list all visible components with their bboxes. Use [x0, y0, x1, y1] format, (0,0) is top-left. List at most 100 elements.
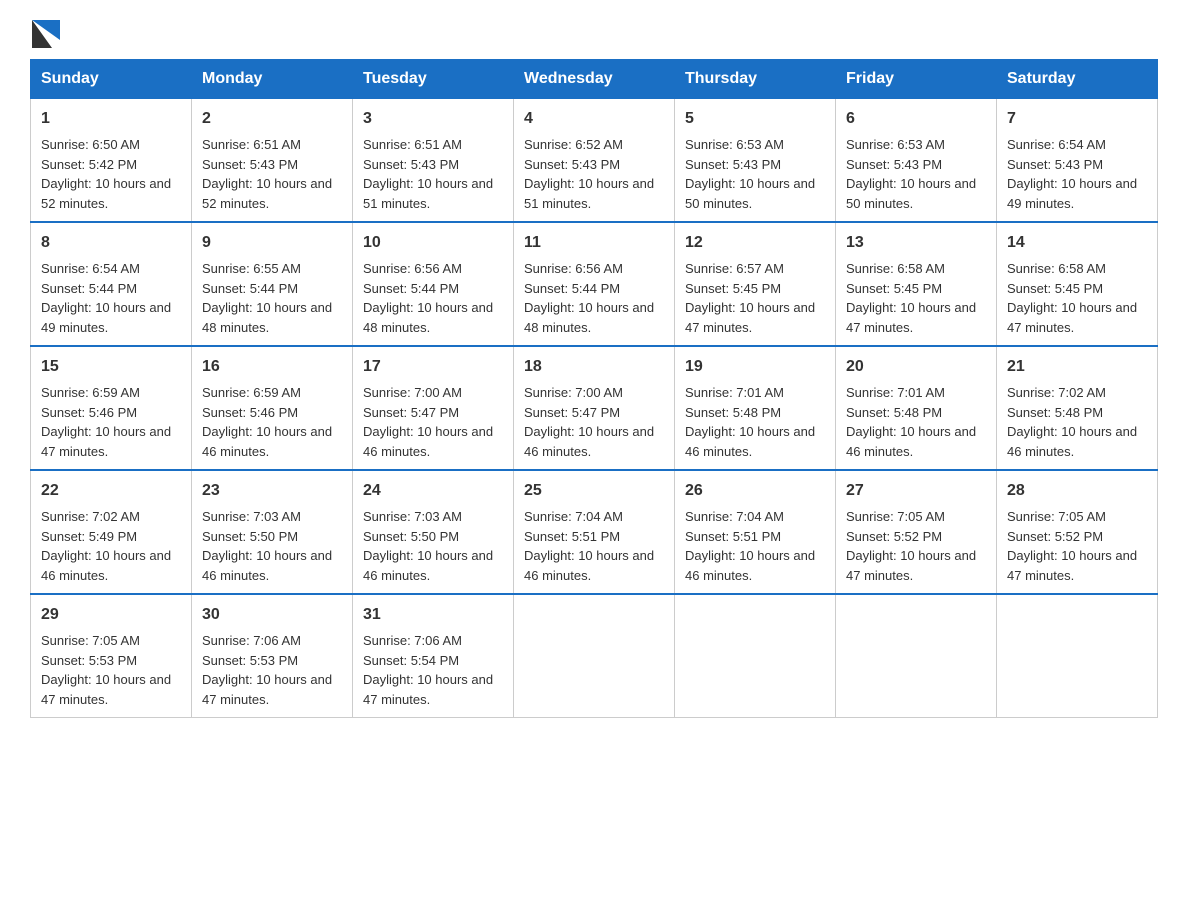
- calendar-cell: 18 Sunrise: 7:00 AMSunset: 5:47 PMDayligh…: [514, 346, 675, 470]
- weekday-header-friday: Friday: [836, 60, 997, 99]
- calendar-cell: 31 Sunrise: 7:06 AMSunset: 5:54 PMDayligh…: [353, 594, 514, 718]
- calendar-cell: 24Sunrise: 7:03 AMSunset: 5:50 PMDayligh…: [353, 470, 514, 594]
- day-info: Sunrise: 6:59 AMSunset: 5:46 PMDaylight:…: [41, 385, 171, 459]
- weekday-header-tuesday: Tuesday: [353, 60, 514, 99]
- day-info: Sunrise: 7:05 AMSunset: 5:53 PMDaylight:…: [41, 633, 171, 707]
- day-number: 23: [202, 479, 342, 503]
- calendar-cell: 10 Sunrise: 6:56 AMSunset: 5:44 PMDayligh…: [353, 222, 514, 346]
- day-number: 26: [685, 479, 825, 503]
- calendar-cell: 9Sunrise: 6:55 AMSunset: 5:44 PMDaylight…: [192, 222, 353, 346]
- calendar-cell: 11 Sunrise: 6:56 AMSunset: 5:44 PMDayligh…: [514, 222, 675, 346]
- day-info: Sunrise: 6:51 AMSunset: 5:43 PMDaylight:…: [202, 137, 332, 211]
- day-info: Sunrise: 6:52 AMSunset: 5:43 PMDaylight:…: [524, 137, 654, 211]
- day-number: 9: [202, 231, 342, 255]
- day-number: 31: [363, 603, 503, 627]
- week-row-2: 8Sunrise: 6:54 AMSunset: 5:44 PMDaylight…: [31, 222, 1158, 346]
- day-number: 22: [41, 479, 181, 503]
- day-number: 30: [202, 603, 342, 627]
- calendar-cell: [997, 594, 1158, 718]
- day-info: Sunrise: 7:04 AMSunset: 5:51 PMDaylight:…: [685, 509, 815, 583]
- weekday-header-monday: Monday: [192, 60, 353, 99]
- day-number: 3: [363, 107, 503, 131]
- day-number: 18: [524, 355, 664, 379]
- day-info: Sunrise: 6:57 AMSunset: 5:45 PMDaylight:…: [685, 261, 815, 335]
- day-info: Sunrise: 7:06 AMSunset: 5:54 PMDaylight:…: [363, 633, 493, 707]
- day-number: 25: [524, 479, 664, 503]
- day-number: 28: [1007, 479, 1147, 503]
- day-number: 21: [1007, 355, 1147, 379]
- day-info: Sunrise: 7:05 AMSunset: 5:52 PMDaylight:…: [846, 509, 976, 583]
- day-number: 11: [524, 231, 664, 255]
- week-row-5: 29 Sunrise: 7:05 AMSunset: 5:53 PMDayligh…: [31, 594, 1158, 718]
- day-info: Sunrise: 7:03 AMSunset: 5:50 PMDaylight:…: [202, 509, 332, 583]
- day-number: 7: [1007, 107, 1147, 131]
- day-number: 16: [202, 355, 342, 379]
- day-number: 10: [363, 231, 503, 255]
- week-row-4: 22 Sunrise: 7:02 AMSunset: 5:49 PMDayligh…: [31, 470, 1158, 594]
- day-info: Sunrise: 7:06 AMSunset: 5:53 PMDaylight:…: [202, 633, 332, 707]
- day-number: 13: [846, 231, 986, 255]
- day-info: Sunrise: 7:05 AMSunset: 5:52 PMDaylight:…: [1007, 509, 1137, 583]
- logo-icon: [32, 20, 60, 48]
- day-number: 2: [202, 107, 342, 131]
- day-info: Sunrise: 6:58 AMSunset: 5:45 PMDaylight:…: [1007, 261, 1137, 335]
- weekday-header-wednesday: Wednesday: [514, 60, 675, 99]
- day-number: 6: [846, 107, 986, 131]
- day-number: 8: [41, 231, 181, 255]
- calendar-cell: [514, 594, 675, 718]
- weekday-header-row: SundayMondayTuesdayWednesdayThursdayFrid…: [31, 60, 1158, 99]
- calendar-cell: 29 Sunrise: 7:05 AMSunset: 5:53 PMDayligh…: [31, 594, 192, 718]
- calendar-cell: 26 Sunrise: 7:04 AMSunset: 5:51 PMDayligh…: [675, 470, 836, 594]
- day-info: Sunrise: 7:04 AMSunset: 5:51 PMDaylight:…: [524, 509, 654, 583]
- day-number: 17: [363, 355, 503, 379]
- weekday-header-sunday: Sunday: [31, 60, 192, 99]
- calendar-cell: 3 Sunrise: 6:51 AMSunset: 5:43 PMDaylight…: [353, 99, 514, 223]
- calendar-cell: 5 Sunrise: 6:53 AMSunset: 5:43 PMDaylight…: [675, 99, 836, 223]
- calendar-cell: 21Sunrise: 7:02 AMSunset: 5:48 PMDayligh…: [997, 346, 1158, 470]
- calendar-cell: 8Sunrise: 6:54 AMSunset: 5:44 PMDaylight…: [31, 222, 192, 346]
- day-info: Sunrise: 6:58 AMSunset: 5:45 PMDaylight:…: [846, 261, 976, 335]
- day-info: Sunrise: 7:00 AMSunset: 5:47 PMDaylight:…: [524, 385, 654, 459]
- calendar-cell: 2 Sunrise: 6:51 AMSunset: 5:43 PMDaylight…: [192, 99, 353, 223]
- week-row-3: 15 Sunrise: 6:59 AMSunset: 5:46 PMDayligh…: [31, 346, 1158, 470]
- calendar-cell: 20Sunrise: 7:01 AMSunset: 5:48 PMDayligh…: [836, 346, 997, 470]
- calendar-cell: 27 Sunrise: 7:05 AMSunset: 5:52 PMDayligh…: [836, 470, 997, 594]
- calendar-cell: [836, 594, 997, 718]
- calendar-cell: 4 Sunrise: 6:52 AMSunset: 5:43 PMDaylight…: [514, 99, 675, 223]
- page-header: [30, 20, 1158, 44]
- logo: [30, 20, 60, 44]
- calendar-cell: 1 Sunrise: 6:50 AMSunset: 5:42 PMDaylight…: [31, 99, 192, 223]
- calendar-cell: 14Sunrise: 6:58 AMSunset: 5:45 PMDayligh…: [997, 222, 1158, 346]
- day-info: Sunrise: 6:51 AMSunset: 5:43 PMDaylight:…: [363, 137, 493, 211]
- day-number: 27: [846, 479, 986, 503]
- day-number: 15: [41, 355, 181, 379]
- day-info: Sunrise: 6:56 AMSunset: 5:44 PMDaylight:…: [524, 261, 654, 335]
- day-number: 24: [363, 479, 503, 503]
- calendar-cell: 15 Sunrise: 6:59 AMSunset: 5:46 PMDayligh…: [31, 346, 192, 470]
- calendar-cell: 16 Sunrise: 6:59 AMSunset: 5:46 PMDayligh…: [192, 346, 353, 470]
- week-row-1: 1 Sunrise: 6:50 AMSunset: 5:42 PMDaylight…: [31, 99, 1158, 223]
- day-info: Sunrise: 7:02 AMSunset: 5:49 PMDaylight:…: [41, 509, 171, 583]
- day-info: Sunrise: 6:53 AMSunset: 5:43 PMDaylight:…: [846, 137, 976, 211]
- day-info: Sunrise: 6:56 AMSunset: 5:44 PMDaylight:…: [363, 261, 493, 335]
- day-info: Sunrise: 7:00 AMSunset: 5:47 PMDaylight:…: [363, 385, 493, 459]
- day-number: 5: [685, 107, 825, 131]
- day-info: Sunrise: 7:01 AMSunset: 5:48 PMDaylight:…: [846, 385, 976, 459]
- day-info: Sunrise: 7:01 AMSunset: 5:48 PMDaylight:…: [685, 385, 815, 459]
- calendar-cell: 30 Sunrise: 7:06 AMSunset: 5:53 PMDayligh…: [192, 594, 353, 718]
- calendar-cell: [675, 594, 836, 718]
- calendar-cell: 12 Sunrise: 6:57 AMSunset: 5:45 PMDayligh…: [675, 222, 836, 346]
- calendar-cell: 6 Sunrise: 6:53 AMSunset: 5:43 PMDaylight…: [836, 99, 997, 223]
- day-number: 12: [685, 231, 825, 255]
- calendar-cell: 13 Sunrise: 6:58 AMSunset: 5:45 PMDayligh…: [836, 222, 997, 346]
- calendar-cell: 17 Sunrise: 7:00 AMSunset: 5:47 PMDayligh…: [353, 346, 514, 470]
- day-info: Sunrise: 6:59 AMSunset: 5:46 PMDaylight:…: [202, 385, 332, 459]
- calendar-cell: 23 Sunrise: 7:03 AMSunset: 5:50 PMDayligh…: [192, 470, 353, 594]
- day-info: Sunrise: 6:53 AMSunset: 5:43 PMDaylight:…: [685, 137, 815, 211]
- calendar-table: SundayMondayTuesdayWednesdayThursdayFrid…: [30, 59, 1158, 718]
- day-number: 29: [41, 603, 181, 627]
- calendar-cell: 22 Sunrise: 7:02 AMSunset: 5:49 PMDayligh…: [31, 470, 192, 594]
- day-number: 4: [524, 107, 664, 131]
- day-number: 1: [41, 107, 181, 131]
- day-info: Sunrise: 6:50 AMSunset: 5:42 PMDaylight:…: [41, 137, 171, 211]
